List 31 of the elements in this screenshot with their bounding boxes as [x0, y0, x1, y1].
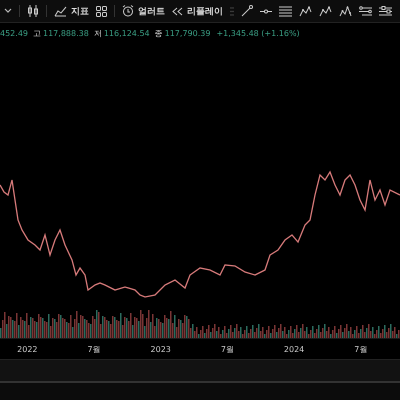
price-label: 저 [94, 28, 102, 38]
channel-icon[interactable] [359, 6, 372, 16]
chevron-down-icon[interactable] [4, 8, 12, 14]
replay-button[interactable]: 리플레이 [172, 4, 223, 18]
pattern-icon[interactable] [339, 6, 352, 16]
price-value: 116,124.54 [104, 28, 150, 38]
time-axis-label: 2023 [150, 344, 172, 354]
alarm-clock-icon [122, 5, 134, 17]
candlestick-icon[interactable] [27, 5, 39, 17]
trend-line-icon[interactable] [241, 5, 253, 17]
horizontal-line-icon[interactable] [260, 8, 272, 14]
zigzag-icon[interactable] [319, 6, 332, 16]
grid-icon[interactable] [96, 6, 107, 16]
zigzag-icon[interactable] [299, 6, 312, 16]
sliders-icon[interactable] [379, 6, 392, 16]
chart-line-icon [54, 5, 67, 17]
price-label: 종 [154, 28, 163, 38]
price-change: +1,345.48 (+1.16%) [216, 28, 300, 38]
price-value: 452.49 [0, 28, 28, 38]
indicators-button[interactable]: 지표 [54, 4, 89, 18]
price-label: 고 [33, 28, 41, 38]
time-axis-label: 2022 [16, 344, 39, 354]
price-value: 117,790.39 [164, 28, 210, 38]
rewind-icon [172, 6, 183, 16]
time-axis-label: 2024 [282, 344, 306, 354]
time-axis-label: 7월 [86, 344, 102, 354]
time-axis-label: 7월 [353, 344, 368, 354]
alert-button[interactable]: 얼러트 [122, 4, 165, 18]
time-axis-label: 7월 [220, 344, 235, 354]
price-value: 117,888.38 [43, 28, 89, 38]
parallel-lines-icon[interactable] [279, 6, 292, 16]
